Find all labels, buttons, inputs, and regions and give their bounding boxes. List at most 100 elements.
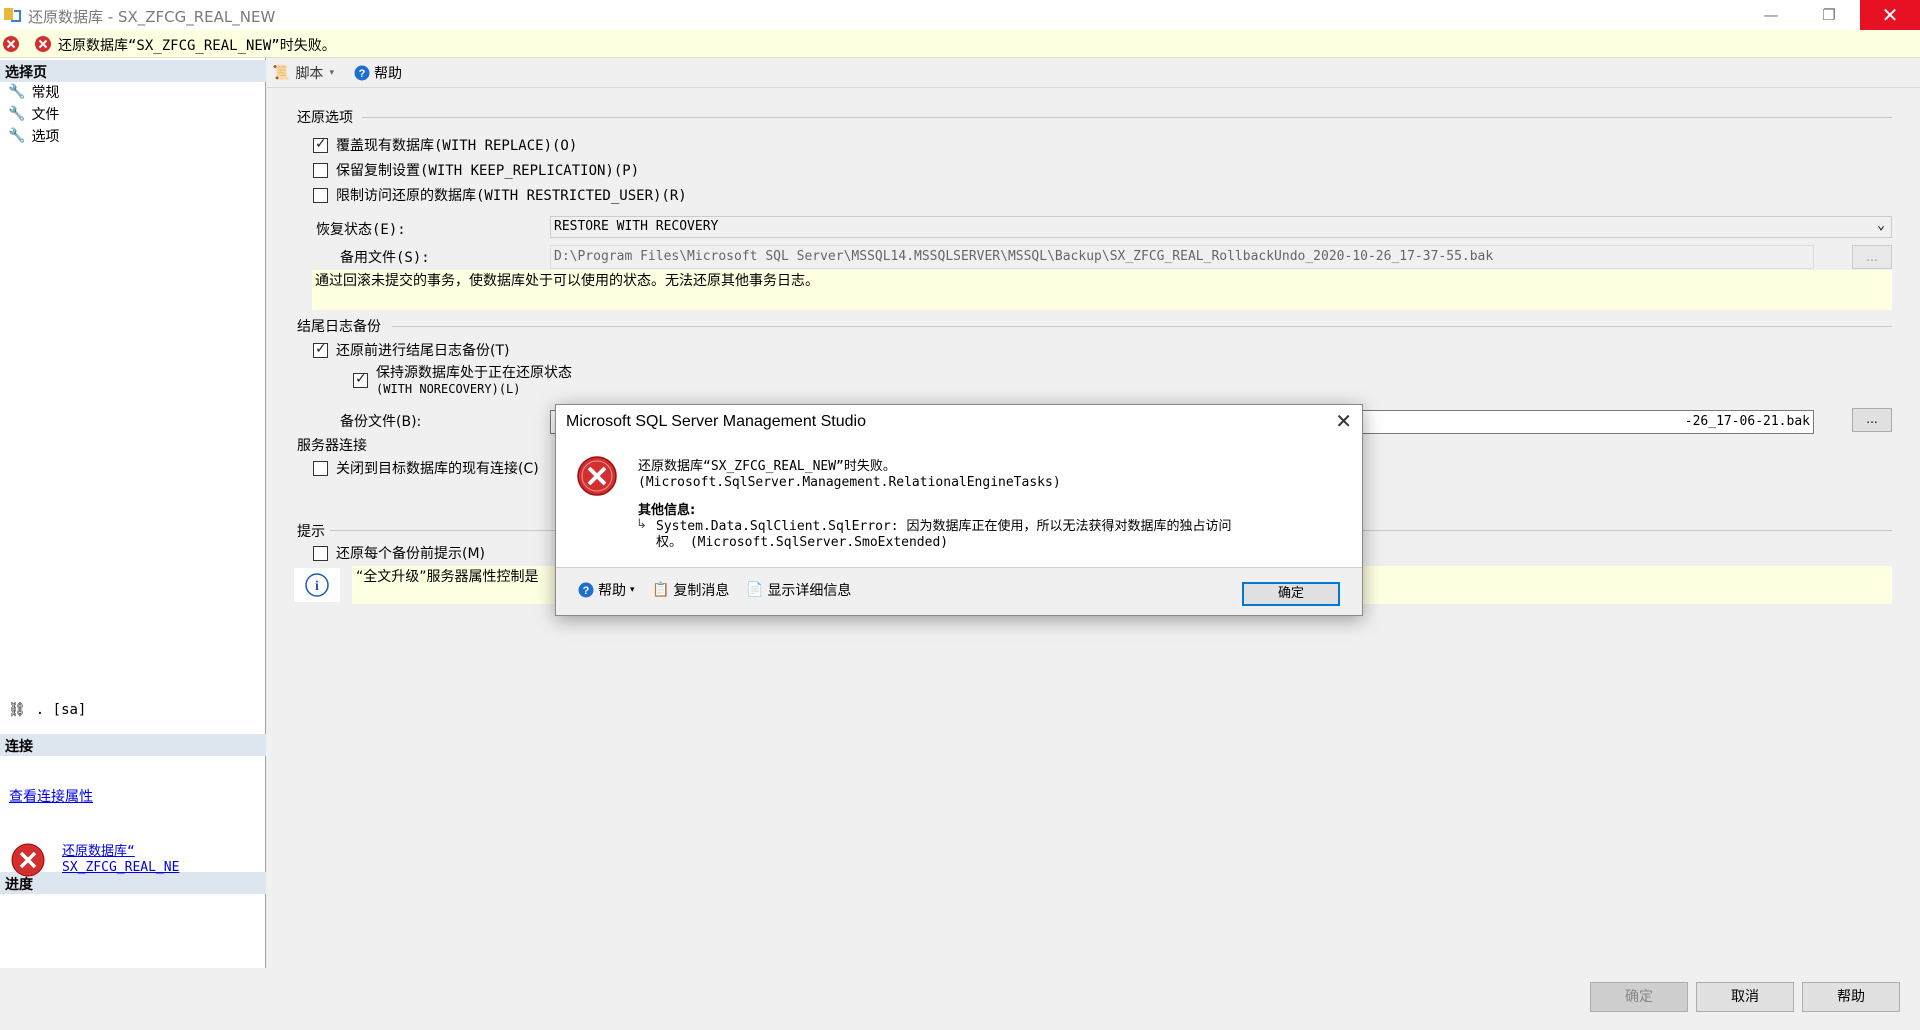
info-icon-box: i	[294, 568, 340, 602]
page-item-options[interactable]: 🔧 选项	[8, 126, 59, 146]
left-panel: 选择页 🔧 常规 🔧 文件 🔧 选项 连接 进度	[0, 58, 266, 968]
wrench-icon: 🔧	[8, 84, 26, 100]
standby-browse-button[interactable]: ...	[1852, 245, 1892, 269]
recovery-state-label: 恢复状态(E):	[316, 222, 406, 238]
dialog-body: 还原数据库“SX_ZFCG_REAL_NEW”时失败。 (Microsoft.S…	[556, 441, 1362, 567]
backup-file-label: 备份文件(B):	[340, 414, 422, 430]
restore-options-title: 还原选项	[297, 110, 353, 126]
norecovery-label-line2: (WITH NORECOVERY)(L)	[376, 382, 521, 396]
dialog-footer: ? 帮助 ▾ 📋 复制消息 📄 显示详细信息 确定	[556, 567, 1362, 615]
tail-backup-checkbox[interactable]	[313, 341, 328, 358]
help-bottom-button[interactable]: 帮助	[1802, 982, 1900, 1012]
error-detail[interactable]: System.Data.SqlClient.SqlError: 因为数据库正在使…	[656, 519, 1296, 551]
help-icon: ?	[354, 65, 370, 81]
error-icon	[35, 36, 51, 52]
show-details-button[interactable]: 📄 显示详细信息	[746, 580, 851, 600]
restricted-user-checkbox[interactable]	[313, 187, 328, 203]
connection-value: . [sa]	[35, 702, 87, 718]
with-replace-label: 覆盖现有数据库(WITH REPLACE)(O)	[336, 138, 578, 154]
dialog-title: Microsoft SQL Server Management Studio	[566, 413, 866, 430]
with-replace-option[interactable]: 覆盖现有数据库(WITH REPLACE)(O)	[313, 135, 577, 155]
view-connection-properties-link[interactable]: 查看连接属性	[9, 786, 93, 806]
page-item-files[interactable]: 🔧 文件	[8, 104, 59, 124]
dialog-header: Microsoft SQL Server Management Studio ✕	[556, 405, 1362, 441]
cancel-button[interactable]: 取消	[1696, 982, 1794, 1012]
copy-icon: 📋	[652, 582, 670, 598]
dialog-ok-button[interactable]: 确定	[1242, 582, 1340, 606]
ok-button[interactable]: 确定	[1590, 982, 1688, 1012]
dialog-message: 还原数据库“SX_ZFCG_REAL_NEW”时失败。 (Microsoft.S…	[638, 459, 1061, 491]
restore-button[interactable]: ❐	[1806, 0, 1852, 30]
page-item-label: 常规	[31, 85, 60, 101]
close-existing-label: 关闭到目标数据库的现有连接(C)	[336, 461, 539, 477]
script-icon: 📜	[272, 65, 290, 81]
keep-replication-label: 保留复制设置(WITH KEEP_REPLICATION)(P)	[336, 163, 640, 179]
norecovery-label-line1: 保持源数据库处于正在还原状态	[376, 365, 572, 381]
tail-log-title: 结尾日志备份	[297, 319, 381, 335]
dialog-message-line2: (Microsoft.SqlServer.Management.Relation…	[638, 475, 1061, 490]
keep-replication-option[interactable]: 保留复制设置(WITH KEEP_REPLICATION)(P)	[313, 160, 639, 180]
connection-icon: ⛓	[8, 702, 26, 718]
standby-file-input[interactable]: D:\Program Files\Microsoft SQL Server\MS…	[550, 245, 1814, 269]
page-item-label: 文件	[31, 107, 60, 123]
group-divider	[392, 326, 1892, 327]
error-status-icon	[3, 36, 19, 52]
details-icon: 📄	[746, 582, 764, 598]
error-detail-line2: 权。 (Microsoft.SqlServer.SmoExtended)	[656, 535, 949, 550]
restricted-user-label: 限制访问还原的数据库(WITH RESTRICTED_USER)(R)	[336, 188, 687, 204]
minimize-button[interactable]: —	[1748, 0, 1794, 30]
standby-file-label: 备用文件(S):	[340, 250, 430, 266]
progress-link-line2: SX_ZFCG_REAL_NE	[62, 860, 180, 875]
window-title: 还原数据库 - SX_ZFCG_REAL_NEW	[28, 8, 276, 26]
error-icon	[577, 456, 617, 496]
prompt-each-checkbox[interactable]	[313, 545, 328, 561]
wrench-icon: 🔧	[8, 106, 26, 122]
norecovery-checkbox[interactable]	[353, 371, 368, 388]
wrench-icon: 🔧	[8, 128, 26, 144]
progress-error-icon	[11, 843, 45, 877]
tail-backup-option[interactable]: 还原前进行结尾日志备份(T)	[313, 340, 509, 360]
svg-text:?: ?	[583, 585, 590, 597]
extra-info-title: 其他信息:	[638, 503, 696, 518]
chevron-down-icon: ▾	[329, 68, 334, 78]
copy-message-button[interactable]: 📋 复制消息	[652, 580, 729, 600]
script-button[interactable]: 📜 脚本 ▾	[272, 63, 334, 83]
error-dialog: Microsoft SQL Server Management Studio ✕…	[555, 404, 1363, 616]
connection-header: 连接	[0, 734, 266, 756]
dialog-message-line1: 还原数据库“SX_ZFCG_REAL_NEW”时失败。	[638, 459, 896, 474]
dialog-help-button[interactable]: ? 帮助 ▾	[578, 580, 635, 600]
help-label: 帮助	[374, 66, 402, 82]
info-icon: i	[305, 573, 329, 597]
group-divider	[362, 117, 1892, 118]
dialog-close-button[interactable]: ✕	[1335, 409, 1352, 433]
keep-replication-checkbox[interactable]	[313, 162, 328, 178]
chevron-down-icon: ⌄	[1877, 218, 1885, 233]
server-connection-title: 服务器连接	[297, 438, 367, 454]
banner-message: 还原数据库“SX_ZFCG_REAL_NEW”时失败。	[58, 38, 336, 54]
page-item-label: 选项	[31, 129, 60, 145]
restricted-user-option[interactable]: 限制访问还原的数据库(WITH RESTRICTED_USER)(R)	[313, 185, 687, 205]
with-replace-checkbox[interactable]	[313, 136, 328, 153]
toolbar	[267, 58, 1920, 88]
close-existing-checkbox[interactable]	[313, 460, 328, 476]
recovery-description: 通过回滚未提交的事务，使数据库处于可以使用的状态。无法还原其他事务日志。	[312, 270, 1892, 310]
progress-error-link[interactable]: 还原数据库“ SX_ZFCG_REAL_NE	[62, 844, 179, 876]
prompt-each-option[interactable]: 还原每个备份前提示(M)	[313, 543, 485, 563]
close-existing-option[interactable]: 关闭到目标数据库的现有连接(C)	[313, 458, 539, 478]
close-button[interactable]: ✕	[1860, 0, 1920, 30]
error-detail-line1: System.Data.SqlClient.SqlError: 因为数据库正在使…	[656, 519, 1232, 534]
script-label: 脚本	[295, 66, 324, 82]
recovery-state-value: RESTORE WITH RECOVERY	[554, 219, 719, 234]
chevron-down-icon: ▾	[630, 585, 635, 595]
backup-browse-button[interactable]: ...	[1852, 408, 1892, 432]
norecovery-option[interactable]: 保持源数据库处于正在还原状态 (WITH NORECOVERY)(L)	[353, 365, 572, 397]
tree-branch-icon: ↳	[636, 517, 647, 532]
help-button[interactable]: ? 帮助	[354, 63, 402, 83]
svg-text:?: ?	[359, 68, 366, 80]
recovery-state-select[interactable]: RESTORE WITH RECOVERY ⌄	[550, 216, 1892, 238]
page-item-general[interactable]: 🔧 常规	[8, 82, 59, 102]
copy-message-label: 复制消息	[673, 583, 730, 599]
select-page-header: 选择页	[0, 60, 266, 82]
svg-text:i: i	[315, 579, 319, 594]
hints-title: 提示	[297, 524, 325, 540]
